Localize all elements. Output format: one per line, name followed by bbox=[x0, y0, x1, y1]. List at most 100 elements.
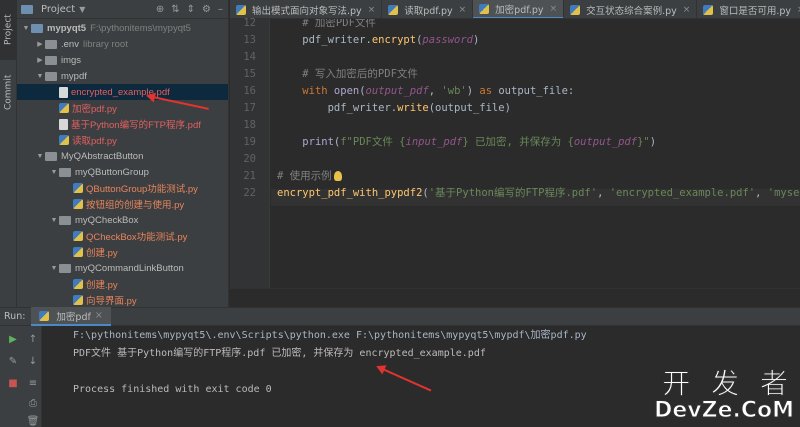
arrow-down-icon[interactable]: ↓ bbox=[26, 354, 40, 368]
tree-item-label: 加密pdf.py bbox=[72, 104, 117, 115]
minimize-icon[interactable]: – bbox=[218, 4, 223, 15]
tree-file[interactable]: 创建.py bbox=[17, 244, 228, 260]
gear-icon[interactable]: ⚙ bbox=[202, 4, 211, 15]
console-line: F:\pythonitems\mypyqt5\.env\Scripts\pyth… bbox=[73, 330, 587, 341]
python-file-icon bbox=[59, 103, 69, 113]
line-number: 16 bbox=[243, 85, 256, 97]
python-file-icon bbox=[73, 295, 83, 305]
python-file-icon bbox=[73, 183, 83, 193]
lightbulb-icon[interactable] bbox=[333, 171, 342, 181]
python-file-icon bbox=[703, 4, 714, 15]
python-file-icon bbox=[59, 135, 69, 145]
tree-folder[interactable]: ▼ mypdf bbox=[17, 68, 228, 84]
run-tab[interactable]: 加密pdf × bbox=[31, 307, 111, 326]
tree-folder[interactable]: ▶ .env library root bbox=[17, 36, 228, 52]
arrow-up-icon[interactable]: ↑ bbox=[26, 332, 40, 346]
project-panel: Project ▼ ⊕ ⇅ ⇕ ⚙ – ▼ mypyqt5 F:\pythonite… bbox=[17, 0, 229, 307]
chevron-down-icon[interactable]: ▼ bbox=[35, 73, 45, 80]
tree-folder[interactable]: ▼ myQButtonGroup bbox=[17, 164, 228, 180]
chevron-down-icon[interactable]: ▼ bbox=[49, 169, 59, 176]
close-icon[interactable]: × bbox=[459, 5, 467, 15]
tree-folder[interactable]: ▶ imgs bbox=[17, 52, 228, 68]
folder-icon bbox=[59, 263, 71, 273]
console-line: PDF文件 基于Python编写的FTP程序.pdf 已加密, 并保存为 enc… bbox=[73, 348, 486, 359]
tree-item-label: myQCommandLinkButton bbox=[75, 262, 184, 274]
expand-icon[interactable]: ⇕ bbox=[187, 4, 195, 15]
watermark-en: DevZe.CoM bbox=[654, 398, 795, 423]
tree-item-label: myQCheckBox bbox=[75, 214, 139, 226]
tree-item-label: .env bbox=[61, 38, 79, 50]
editor-tab[interactable]: 读取pdf.py × bbox=[382, 0, 474, 18]
tree-file[interactable]: 加密pdf.py bbox=[17, 100, 228, 116]
trash-icon[interactable]: 🗑 bbox=[26, 414, 40, 427]
line-number: 18 bbox=[243, 119, 256, 131]
project-panel-header: Project ▼ ⊕ ⇅ ⇕ ⚙ – bbox=[17, 0, 228, 19]
rerun-icon[interactable]: ▶ bbox=[6, 332, 20, 346]
python-file-icon bbox=[73, 279, 83, 289]
line-number: 22 bbox=[243, 187, 256, 199]
pdf-file-icon bbox=[59, 118, 68, 130]
run-toolbar: ▶ ↑ ✎ ↓ ■ ≡ ⎙ 🗑 bbox=[0, 326, 42, 427]
editor-tab[interactable]: 交互状态综合案例.py × bbox=[564, 0, 698, 18]
tab-label: 窗口是否可用.py bbox=[719, 5, 792, 17]
run-panel-header: Run: 加密pdf × bbox=[0, 307, 800, 326]
folder-icon bbox=[45, 71, 57, 81]
tree-item-label: myQButtonGroup bbox=[75, 166, 149, 178]
commit-tool-tab[interactable]: Commit bbox=[0, 62, 17, 122]
chevron-down-icon[interactable]: ▼ bbox=[49, 265, 59, 272]
tree-file[interactable]: QButtonGroup功能测试.py bbox=[17, 180, 228, 196]
project-tool-tab[interactable]: Project bbox=[0, 0, 17, 60]
chevron-right-icon[interactable]: ▶ bbox=[35, 40, 45, 48]
tree-folder[interactable]: ▼ mypyqt5 F:\pythonitems\mypyqt5 bbox=[17, 20, 228, 36]
editor-tab[interactable]: 窗口是否可用.py× bbox=[697, 0, 800, 18]
folder-icon bbox=[45, 39, 57, 49]
chevron-down-icon[interactable]: ▼ bbox=[79, 5, 85, 14]
editor-tab[interactable]: 加密pdf.py × bbox=[473, 0, 565, 18]
close-icon[interactable]: × bbox=[368, 5, 376, 15]
editor-bottom-area bbox=[230, 288, 800, 307]
python-file-icon bbox=[73, 199, 83, 209]
tree-item-label: 创建.py bbox=[86, 280, 118, 291]
folder-icon bbox=[59, 167, 71, 177]
tree-item-label: 创建.py bbox=[86, 248, 118, 259]
code-line: pdf_writer.encrypt(password) bbox=[277, 34, 480, 46]
wrench-icon[interactable]: ✎ bbox=[6, 354, 20, 368]
tree-item-label: 按钮组的创建与使用.py bbox=[86, 200, 185, 211]
tree-file[interactable]: 按钮组的创建与使用.py bbox=[17, 196, 228, 212]
close-icon[interactable]: × bbox=[550, 4, 558, 14]
tree-folder[interactable]: ▼ MyQAbstractButton bbox=[17, 148, 228, 164]
close-icon[interactable]: × bbox=[683, 5, 691, 15]
code-editor[interactable]: # 加密PDF文件 pdf_writer.encrypt(password) #… bbox=[271, 19, 800, 288]
chevron-down-icon[interactable]: ▼ bbox=[21, 25, 31, 32]
tree-file[interactable]: QCheckBox功能测试.py bbox=[17, 228, 228, 244]
tree-file[interactable]: 创建.py bbox=[17, 276, 228, 292]
chevron-down-icon[interactable]: ▼ bbox=[49, 217, 59, 224]
line-number: 15 bbox=[243, 68, 256, 80]
tree-file[interactable]: 向导界面.py bbox=[17, 292, 228, 307]
tree-item-path: F:\pythonitems\mypyqt5 bbox=[90, 22, 191, 34]
soft-wrap-icon[interactable]: ≡ bbox=[26, 376, 40, 390]
tree-folder[interactable]: ▼ myQCommandLinkButton bbox=[17, 260, 228, 276]
tree-item-label: QButtonGroup功能测试.py bbox=[86, 184, 198, 195]
line-number: 12 bbox=[243, 17, 256, 29]
tree-file[interactable]: encrypted_example.pdf bbox=[17, 84, 228, 100]
tree-file[interactable]: 基于Python编写的FTP程序.pdf bbox=[17, 116, 228, 132]
chevron-down-icon[interactable]: ▼ bbox=[35, 153, 45, 160]
print-icon[interactable]: ⎙ bbox=[26, 396, 40, 410]
locate-icon[interactable]: ⊕ bbox=[156, 4, 164, 15]
stop-icon[interactable]: ■ bbox=[6, 376, 20, 390]
code-line: with open(output_pdf, 'wb') as output_fi… bbox=[302, 85, 575, 97]
chevron-right-icon[interactable]: ▶ bbox=[35, 56, 45, 64]
code-line: # 写入加密后的PDF文件 bbox=[277, 68, 418, 80]
tree-folder[interactable]: ▼ myQCheckBox bbox=[17, 212, 228, 228]
collapse-all-icon[interactable]: ⇅ bbox=[171, 4, 179, 15]
line-number: 21 bbox=[243, 170, 256, 182]
tree-file[interactable]: 读取pdf.py bbox=[17, 132, 228, 148]
code-line: # 使用示例 bbox=[277, 168, 342, 185]
python-file-icon bbox=[388, 4, 399, 15]
close-icon[interactable]: × bbox=[95, 310, 103, 321]
project-panel-title[interactable]: Project bbox=[41, 4, 75, 15]
tab-label: 交互状态综合案例.py bbox=[586, 5, 677, 17]
tree-item-label: 向导界面.py bbox=[86, 296, 137, 307]
python-file-icon bbox=[39, 310, 50, 321]
